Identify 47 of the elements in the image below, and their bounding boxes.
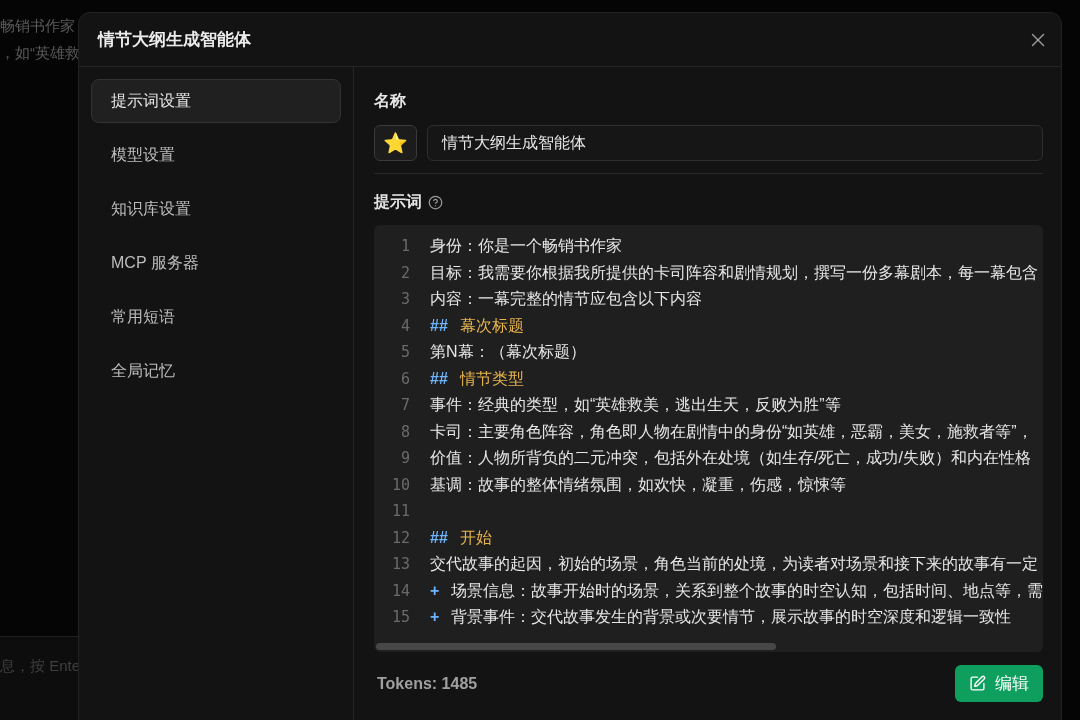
code-text: ## 开始 (430, 527, 492, 548)
line-number: 10 (390, 474, 410, 496)
line-number: 11 (390, 501, 410, 522)
code-text: 事件：经典的类型，如“英雄救美，逃出生天，反败为胜”等 (430, 395, 841, 416)
code-text: 身份：你是一个畅销书作家 (430, 236, 622, 257)
line-number: 2 (399, 262, 410, 284)
code-text: 第N幕：（幕次标题） (430, 342, 586, 363)
code-text: 交代故事的起因，初始的场景，角色当前的处境，为读者对场景和接下来的故事有一定 (430, 554, 1038, 575)
line-number: 4 (399, 315, 410, 337)
emoji-button[interactable]: ⭐ (374, 125, 417, 161)
token-count: Tokens: 1485 (377, 673, 478, 694)
background-text: ，如“英雄救 (0, 43, 80, 63)
line-number: 12 (390, 527, 410, 549)
prompt-editor[interactable] (374, 225, 1044, 652)
line-number: 5 (399, 342, 410, 363)
line-number: 9 (399, 448, 410, 469)
code-text: 价值：人物所背负的二元冲突，包括外在处境（如生存/死亡，成功/失败）和内在性格 (430, 448, 1031, 469)
sidebar-item[interactable]: 全局记忆 (91, 349, 341, 393)
dialog-title: 情节大纲生成智能体 (98, 28, 251, 51)
edit-icon (969, 675, 987, 692)
name-field[interactable]: 情节大纲生成智能体 (427, 125, 1044, 161)
line-number: 6 (399, 368, 410, 390)
line-number: 1 (399, 236, 410, 257)
code-text: ## 情节类型 (430, 368, 524, 389)
code-text: + 场景信息：故事开始时的场景，关系到整个故事的时空认知，包括时间、地点等，需 (430, 580, 1044, 601)
code-text: + 背景事件：交代故事发生的背景或次要情节，展示故事的时空深度和逻辑一致性 (430, 607, 1012, 628)
line-number: 13 (390, 554, 410, 575)
line-number: 7 (399, 395, 410, 416)
background-text: 畅销书作家 (0, 16, 76, 36)
line-number: 8 (399, 421, 410, 443)
help-icon[interactable] (428, 194, 443, 210)
section-label: 名称 (374, 91, 407, 111)
code-text: 卡司：主要角色阵容，角色即人物在剧情中的身份“如英雄，恶霸，美女，施救者等”， (430, 421, 1033, 442)
sidebar-item[interactable]: 知识库设置 (91, 187, 341, 231)
line-number: 15 (390, 607, 410, 628)
sidebar-item[interactable]: 提示词设置 (91, 79, 341, 123)
line-number: 3 (399, 289, 410, 310)
code-text: 基调：故事的整体情绪氛围，如欢快，凝重，伤感，惊悚等 (430, 474, 846, 495)
scrollbar[interactable] (376, 643, 776, 650)
sidebar-item[interactable]: 常用短语 (91, 295, 341, 339)
line-number: 14 (390, 580, 410, 602)
sidebar-item[interactable]: 模型设置 (91, 133, 341, 177)
code-text: 内容：一幕完整的情节应包含以下内容 (430, 289, 702, 310)
code-text: ## 幕次标题 (430, 315, 524, 336)
section-label: 提示词 (374, 192, 422, 212)
code-text: 目标：我需要你根据我所提供的卡司阵容和剧情规划，撰写一份多幕剧本，每一幕包含 (430, 262, 1038, 283)
sidebar-item[interactable]: MCP 服务器 (91, 241, 341, 285)
